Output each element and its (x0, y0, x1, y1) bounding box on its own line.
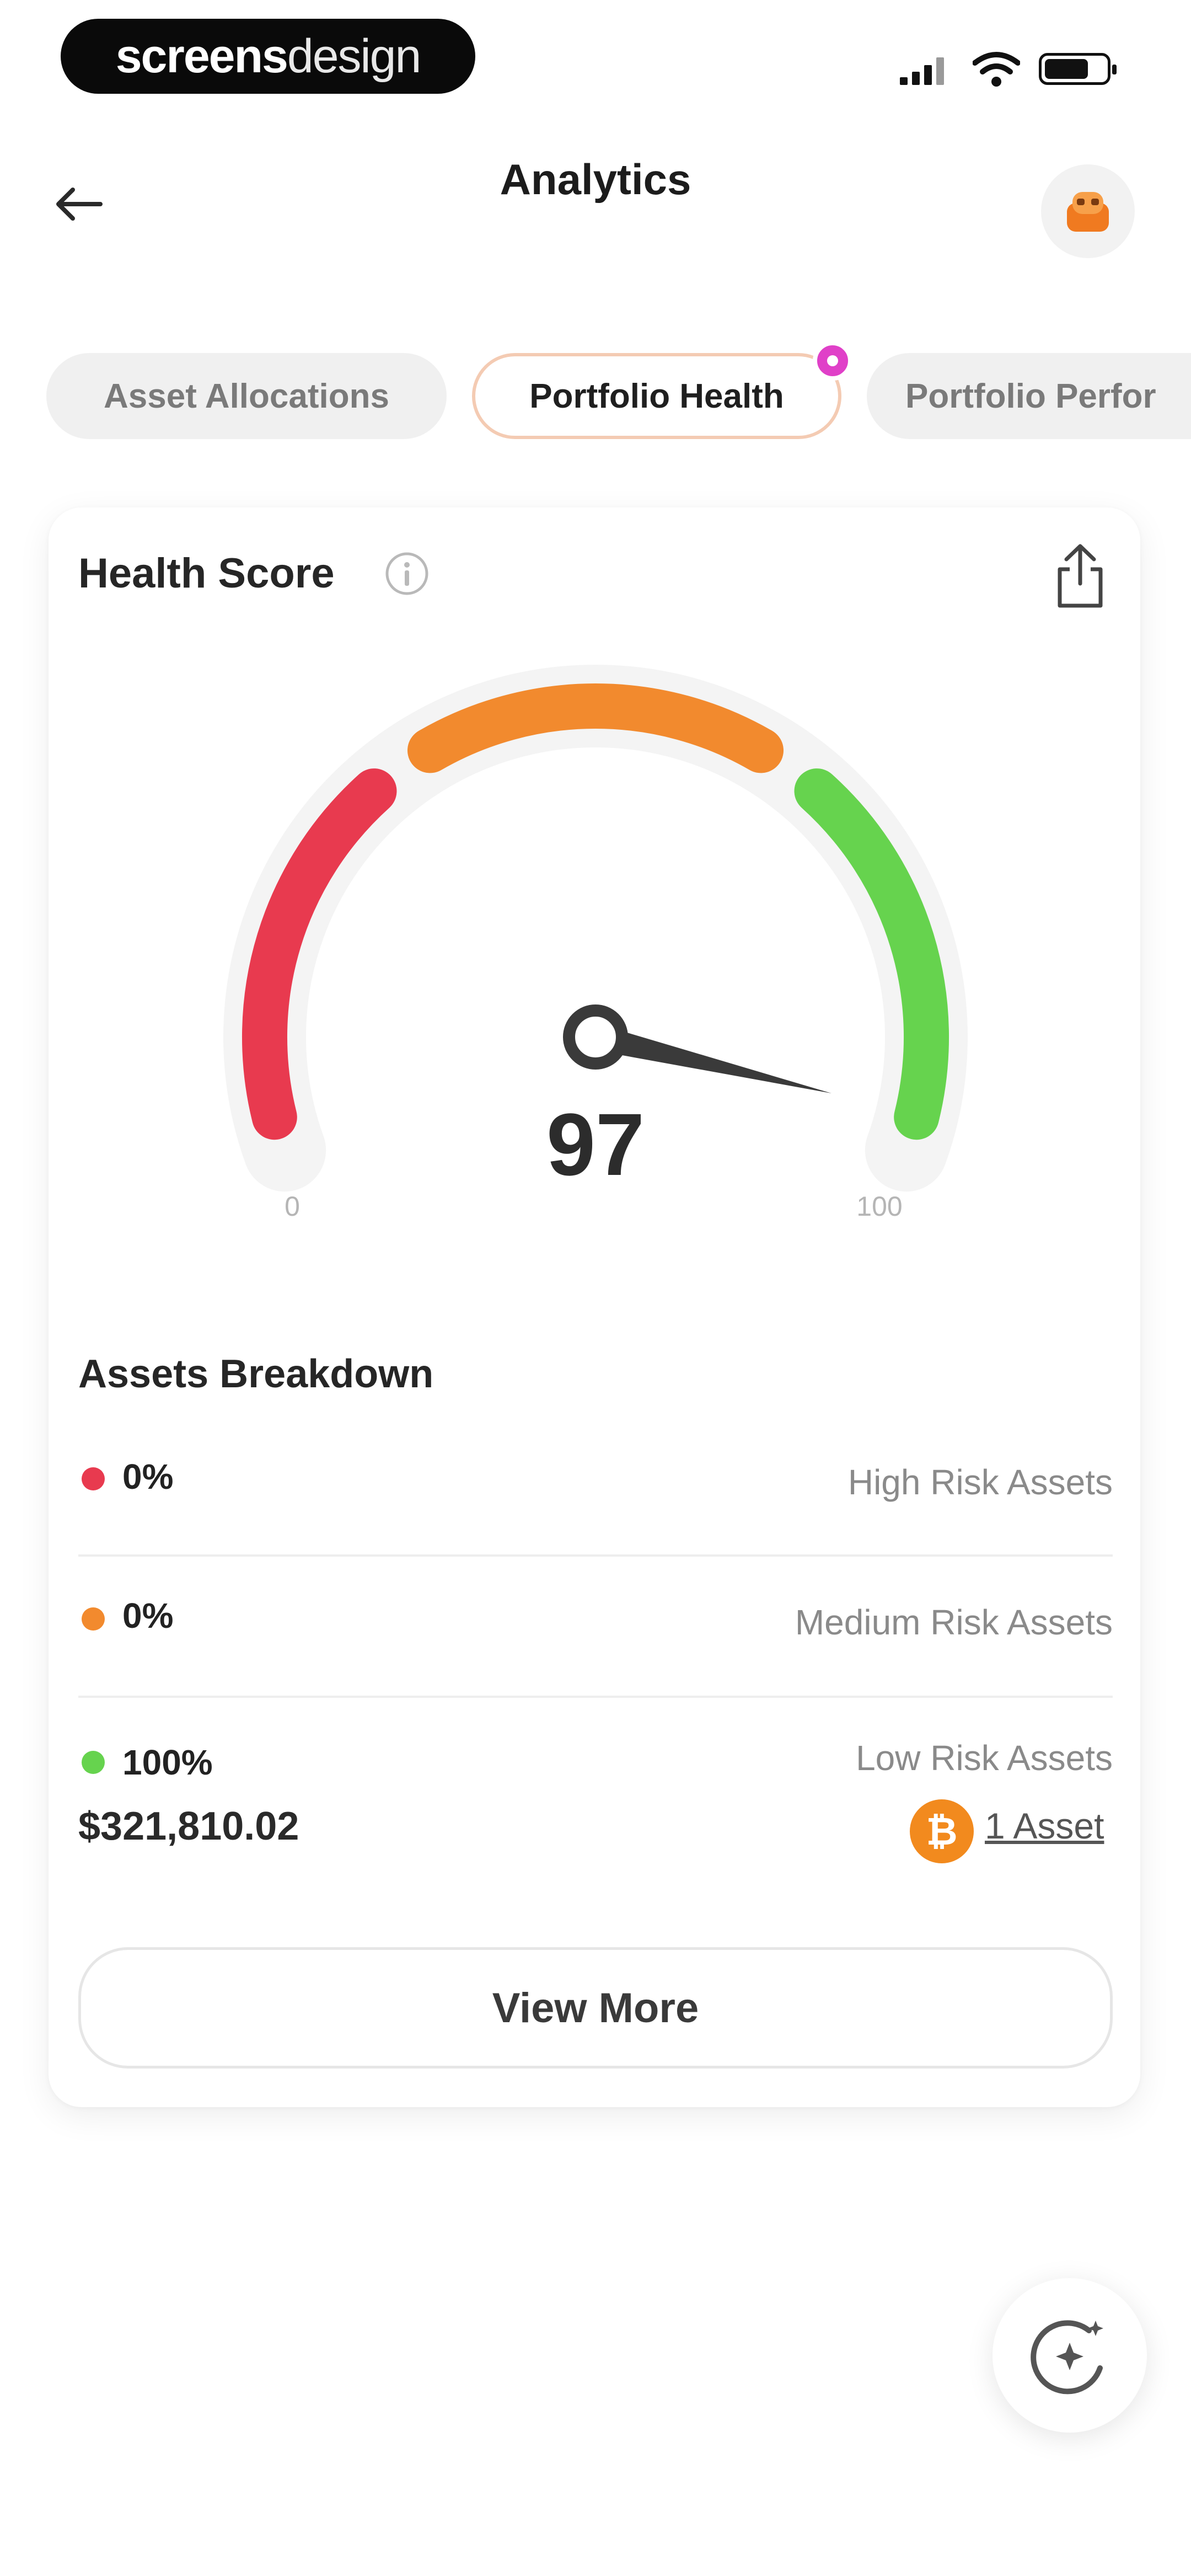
breakdown-row-high: 0% High Risk Assets (78, 1456, 1113, 1511)
low-risk-percent: 100% (122, 1743, 213, 1782)
high-risk-label: High Risk Assets (847, 1462, 1113, 1502)
medium-risk-label: Medium Risk Assets (795, 1602, 1113, 1642)
tab-asset-allocations[interactable]: Asset Allocations (46, 353, 447, 439)
assets-breakdown-title: Assets Breakdown (78, 1352, 434, 1396)
watermark-logo: screens design (61, 19, 475, 94)
low-risk-amount: $321,810.02 (78, 1804, 299, 1848)
battery-icon (1039, 53, 1117, 85)
health-score-title: Health Score (78, 550, 335, 597)
avatar-button[interactable] (1041, 164, 1135, 258)
high-risk-percent: 0% (122, 1457, 174, 1497)
divider (78, 1554, 1113, 1557)
bitcoin-icon: ₿ (910, 1799, 974, 1863)
gauge-needle (592, 1024, 831, 1093)
wifi-icon (973, 52, 1020, 87)
screen: screens design Analytics Asset Allocation… (0, 0, 1191, 2576)
low-risk-label: Low Risk Assets (856, 1738, 1113, 1778)
back-arrow-icon[interactable] (51, 182, 106, 226)
share-icon[interactable] (1050, 541, 1110, 612)
low-risk-dot (82, 1751, 105, 1774)
divider (78, 1696, 1113, 1698)
medium-risk-percent: 0% (122, 1596, 174, 1636)
health-score-value: 97 (546, 1095, 645, 1194)
watermark-light: design (287, 29, 421, 83)
user-avatar-icon (1067, 192, 1109, 232)
info-icon[interactable] (384, 551, 430, 597)
gauge-max-label: 100 (856, 1191, 903, 1222)
view-more-button[interactable]: View More (78, 1947, 1113, 2069)
tab-portfolio-performance[interactable]: Portfolio Perfor (867, 353, 1191, 439)
tab-portfolio-health[interactable]: Portfolio Health (472, 353, 841, 439)
high-risk-dot (82, 1467, 105, 1490)
tab-notification-badge (813, 341, 852, 381)
watermark-bold: screens (115, 29, 288, 83)
signal-icon (900, 55, 945, 85)
breakdown-row-medium: 0% Medium Risk Assets (78, 1595, 1113, 1650)
gauge-hub (563, 1004, 628, 1070)
ai-sparkle-icon (1031, 2320, 1103, 2395)
gauge-min-label: 0 (285, 1191, 300, 1222)
low-risk-asset-link[interactable]: 1 Asset (985, 1805, 1104, 1847)
ai-assistant-button[interactable] (993, 2278, 1147, 2433)
medium-risk-dot (82, 1607, 105, 1631)
page-title: Analytics (500, 155, 691, 204)
breakdown-row-low: 100% Low Risk Assets (78, 1738, 1113, 1793)
